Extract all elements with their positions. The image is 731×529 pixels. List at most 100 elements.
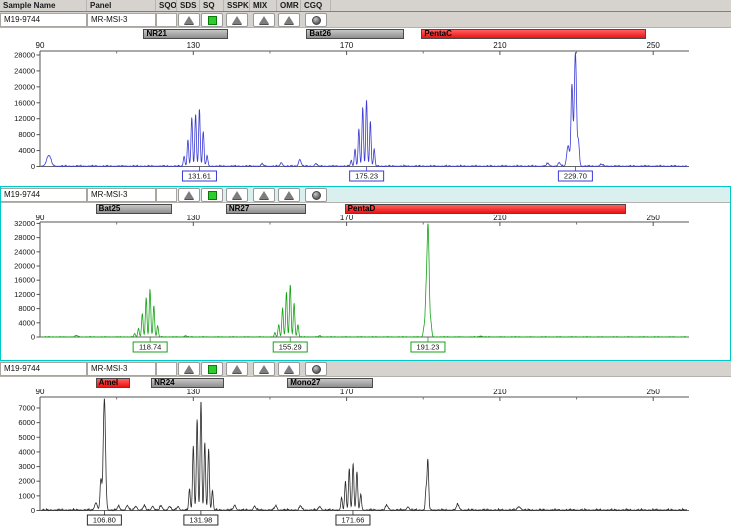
- flag-button-mix[interactable]: [253, 362, 275, 376]
- peak-size-label[interactable]: 155.29: [273, 337, 307, 352]
- sample-row[interactable]: M19-9744 MR-MSI-3: [0, 361, 731, 377]
- y-tick-label: 2000: [18, 477, 35, 486]
- col-header-cgq[interactable]: CGQ: [301, 0, 331, 11]
- y-tick-label: 7000: [18, 403, 35, 412]
- peak-size-label[interactable]: 191.23: [411, 337, 445, 352]
- col-header-sqo[interactable]: SQO: [156, 0, 177, 11]
- flag-button-cgq[interactable]: [305, 362, 327, 376]
- y-tick-label: 0: [31, 333, 35, 342]
- sample-name-cell[interactable]: M19-9744: [0, 362, 87, 376]
- marker-bar-nr24[interactable]: NR24: [151, 378, 224, 388]
- marker-bar-nr21[interactable]: NR21: [143, 29, 227, 39]
- sqo-cell: [156, 13, 177, 27]
- flag-button-omr[interactable]: [278, 188, 300, 202]
- svg-text:106.80: 106.80: [93, 516, 116, 525]
- svg-text:131.98: 131.98: [189, 516, 212, 525]
- y-tick-label: 4000: [18, 318, 35, 327]
- triangle-icon: [284, 16, 294, 24]
- trace-line: [41, 224, 687, 337]
- peak-size-label[interactable]: 229.70: [558, 167, 592, 182]
- col-header-mix[interactable]: MIX: [250, 0, 277, 11]
- svg-text:131.61: 131.61: [188, 172, 211, 181]
- marker-bar-bat25[interactable]: Bat25: [96, 204, 173, 214]
- peak-size-label[interactable]: 106.80: [87, 511, 121, 526]
- sample-name: M19-9744: [4, 364, 40, 373]
- triangle-icon: [232, 365, 242, 373]
- marker-bar-amel[interactable]: Amel: [96, 378, 130, 388]
- svg-text:155.29: 155.29: [279, 343, 302, 352]
- peak-size-label[interactable]: 175.23: [350, 167, 384, 182]
- y-tick-label: 0: [31, 506, 35, 515]
- flag-button-sspk[interactable]: [226, 188, 248, 202]
- flag-button-sds[interactable]: [178, 362, 200, 376]
- peak-size-label[interactable]: 131.98: [184, 511, 218, 526]
- y-tick-label: 32000: [14, 219, 35, 228]
- svg-text:191.23: 191.23: [416, 343, 439, 352]
- marker-bar-bat26[interactable]: Bat26: [306, 29, 404, 39]
- electropherogram-plot[interactable]: 9013017021025004000800012000160002000024…: [0, 215, 731, 360]
- sample-row[interactable]: M19-9744 MR-MSI-3: [0, 12, 731, 28]
- marker-bar-nr27[interactable]: NR27: [226, 204, 306, 214]
- peak-size-label[interactable]: 171.66: [336, 511, 370, 526]
- flag-button-cgq[interactable]: [305, 13, 327, 27]
- triangle-icon: [184, 191, 194, 199]
- electropherogram-plot[interactable]: 9013017021025004000800012000160002000024…: [0, 40, 731, 186]
- sample-row[interactable]: M19-9744 MR-MSI-3: [0, 187, 731, 203]
- flag-button-mix[interactable]: [253, 188, 275, 202]
- col-header-sample-name[interactable]: Sample Name: [0, 0, 87, 11]
- x-tick-label: 250: [647, 41, 661, 50]
- y-tick-label: 4000: [18, 447, 35, 456]
- panel-name-cell[interactable]: MR-MSI-3: [87, 13, 156, 27]
- flag-button-sds[interactable]: [178, 188, 200, 202]
- x-tick-label: 250: [647, 215, 661, 222]
- sample-name: M19-9744: [4, 190, 40, 199]
- x-tick-label: 210: [493, 41, 507, 50]
- x-tick-label: 250: [647, 389, 661, 396]
- peak-size-label[interactable]: 118.74: [133, 337, 167, 352]
- y-tick-label: 1000: [18, 491, 35, 500]
- green-square-icon: [208, 16, 217, 25]
- circle-icon: [312, 365, 321, 374]
- electropherogram-plot[interactable]: 9013017021025001000200030004000500060007…: [0, 389, 731, 529]
- flag-button-omr[interactable]: [278, 362, 300, 376]
- sample-name-cell[interactable]: M19-9744: [0, 13, 87, 27]
- marker-bar-mono27[interactable]: Mono27: [287, 378, 373, 388]
- flag-button-mix[interactable]: [253, 13, 275, 27]
- green-square-icon: [208, 191, 217, 200]
- flag-button-sq[interactable]: [201, 362, 223, 376]
- col-header-omr[interactable]: OMR: [277, 0, 301, 11]
- sqo-cell: [156, 188, 177, 202]
- y-tick-label: 16000: [14, 276, 35, 285]
- flag-button-sspk[interactable]: [226, 362, 248, 376]
- svg-text:175.23: 175.23: [355, 172, 378, 181]
- panel-name-cell[interactable]: MR-MSI-3: [87, 188, 156, 202]
- col-header-sq[interactable]: SQ: [200, 0, 224, 11]
- y-tick-label: 24000: [14, 66, 35, 75]
- axes: 9013017021025001000200030004000500060007…: [18, 389, 689, 515]
- y-tick-label: 12000: [14, 290, 35, 299]
- y-tick-label: 20000: [14, 82, 35, 91]
- marker-row: Amel NR24 Mono27: [0, 377, 731, 389]
- flag-button-sds[interactable]: [178, 13, 200, 27]
- axes: 9013017021025004000800012000160002000024…: [14, 41, 689, 171]
- flag-button-cgq[interactable]: [305, 188, 327, 202]
- panel-name: MR-MSI-3: [91, 190, 127, 199]
- flag-button-omr[interactable]: [278, 13, 300, 27]
- x-tick-label: 170: [340, 389, 354, 396]
- marker-bar-pentac[interactable]: PentaC: [421, 29, 645, 39]
- triangle-icon: [259, 191, 269, 199]
- circle-icon: [312, 191, 321, 200]
- green-square-icon: [208, 365, 217, 374]
- x-tick-label: 210: [493, 215, 507, 222]
- flag-button-sspk[interactable]: [226, 13, 248, 27]
- panel-name-cell[interactable]: MR-MSI-3: [87, 362, 156, 376]
- col-header-sspk[interactable]: SSPK: [224, 0, 250, 11]
- col-header-sds[interactable]: SDS: [177, 0, 200, 11]
- col-header-panel[interactable]: Panel: [87, 0, 156, 11]
- sample-name-cell[interactable]: M19-9744: [0, 188, 87, 202]
- marker-bar-pentad[interactable]: PentaD: [345, 204, 627, 214]
- peak-size-label[interactable]: 131.61: [182, 167, 216, 182]
- electropherogram-panel: M19-9744 MR-MSI-3 Bat25NR27PentaD 901301…: [0, 187, 731, 360]
- flag-button-sq[interactable]: [201, 188, 223, 202]
- flag-button-sq[interactable]: [201, 13, 223, 27]
